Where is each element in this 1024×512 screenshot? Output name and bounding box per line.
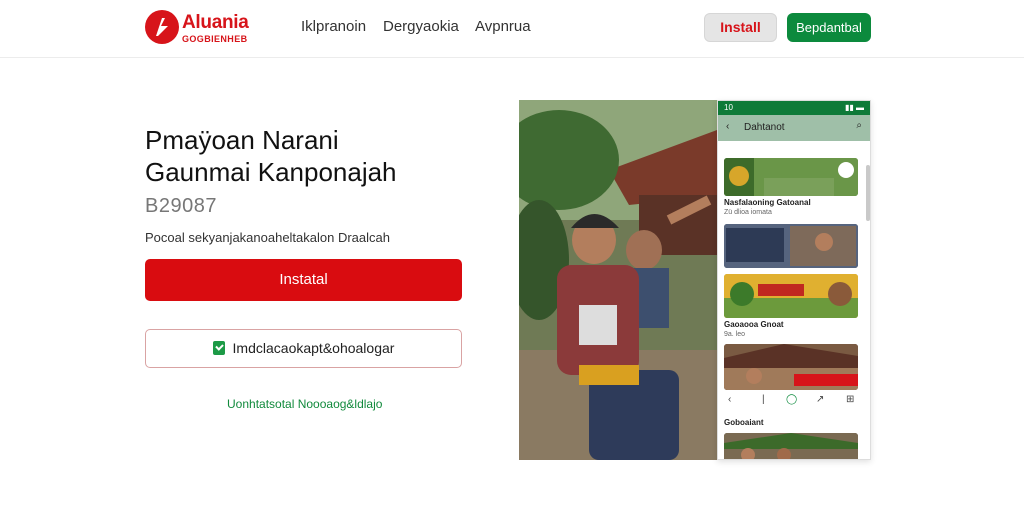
search-icon[interactable]: ⌕	[856, 120, 862, 131]
header-install-button[interactable]: Install	[704, 13, 777, 42]
hero-code: B29087	[145, 195, 217, 217]
back-arrow-icon[interactable]: ‹	[726, 121, 729, 132]
phone-card-3-caption: Gaoaooa Gnoat	[724, 320, 784, 329]
phone-card-1-caption: Nasfalaoning Gatoanal	[724, 198, 811, 207]
phone-status-time: 10	[724, 103, 733, 112]
phone-card-5[interactable]	[724, 433, 858, 459]
hero-title-line-2: Gaunmai Kanponajah	[145, 157, 397, 187]
phone-card-3[interactable]	[724, 274, 858, 318]
circle-icon[interactable]: ◯	[786, 394, 797, 405]
phone-card-1[interactable]	[724, 158, 858, 196]
phone-bottom-nav: ‹ | ◯ ↗ ⊞	[718, 393, 870, 409]
nav-link-1[interactable]: Iklpranoin	[301, 18, 366, 35]
hero-title: Pmaÿoan Narani Gaunmai Kanponajah	[145, 124, 475, 188]
phone-card-3-sub: 9a. leo	[724, 331, 746, 338]
hero-link[interactable]: Uonhtatsotal Noooaog&ldlajo	[227, 397, 382, 411]
hero-title-line-1: Pmaÿoan Narani	[145, 125, 339, 155]
logo-icon	[145, 10, 179, 44]
phone-card-4[interactable]	[724, 344, 858, 390]
menu-icon[interactable]: |	[762, 394, 765, 405]
phone-mockup: 10 ▮▮ ▬ ‹ Dahtanot ⌕ Nasfalaoning Gatoan…	[717, 100, 871, 460]
brand-logo[interactable]: Aluania GOGBIENHEB	[145, 10, 265, 48]
phone-status-bar: 10 ▮▮ ▬	[718, 101, 870, 115]
header-secondary-button[interactable]: Bepdantbal	[787, 13, 871, 42]
phone-section-label: Goboaiant	[724, 418, 764, 427]
share-icon[interactable]: ↗	[816, 394, 824, 405]
top-navbar: Aluania GOGBIENHEB Iklpranoin Dergyaokia…	[0, 0, 1024, 58]
grid-icon[interactable]: ⊞	[846, 394, 854, 405]
nav-link-3[interactable]: Avpnrua	[475, 18, 531, 35]
secondary-outline-button[interactable]: Imdclacaokapt&ohoalogar	[145, 329, 462, 368]
battery-icon: ▮▮ ▬	[844, 103, 864, 112]
phone-scrollbar[interactable]	[866, 165, 870, 221]
brand-name: Aluania	[182, 12, 249, 33]
brand-tagline: GOGBIENHEB	[182, 34, 248, 44]
install-button[interactable]: Instatal	[145, 259, 462, 301]
hero-photo	[519, 100, 717, 460]
home-icon[interactable]: ‹	[728, 394, 731, 405]
check-icon	[212, 341, 225, 355]
nav-link-2[interactable]: Dergyaokia	[383, 18, 459, 35]
phone-card-2[interactable]	[724, 224, 858, 268]
phone-card-1-sub: Zü dlioa iomata	[724, 209, 772, 216]
phone-app-bar: ‹ Dahtanot ⌕	[718, 115, 870, 141]
secondary-outline-label: Imdclacaokapt&ohoalogar	[232, 340, 395, 356]
phone-app-title: Dahtanot	[744, 122, 785, 133]
hero-description: Pocoal sekyanjakanoaheltakalon Draalcah	[145, 230, 390, 245]
